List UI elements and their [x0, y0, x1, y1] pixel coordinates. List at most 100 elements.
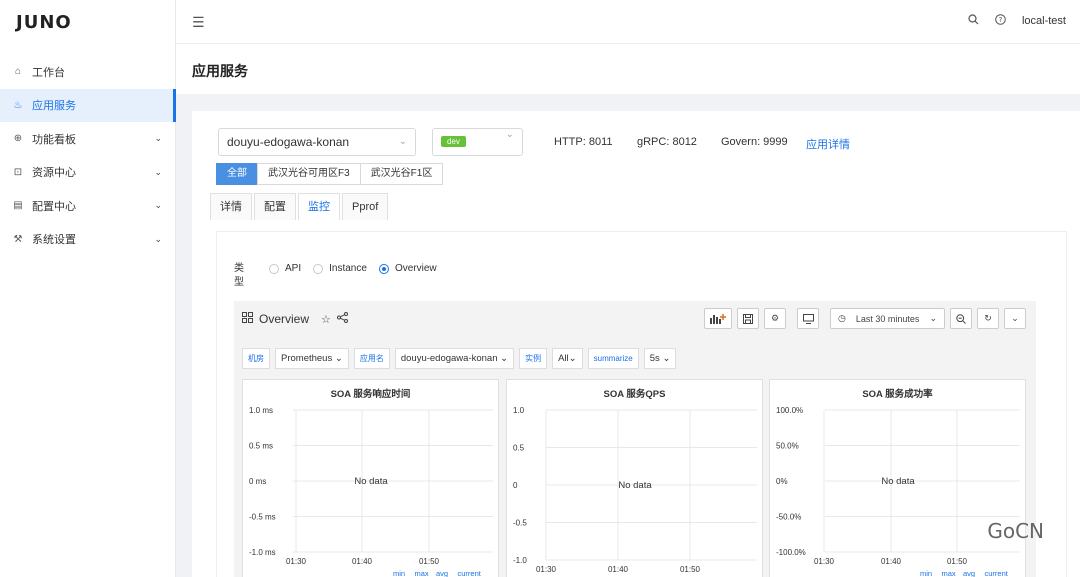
panel-success-rate[interactable]: SOA 服务成功率 100.0% 50.0% 0% -50.0% -100.0% 01:3…: [769, 379, 1026, 577]
user-name[interactable]: local-test: [1022, 15, 1066, 27]
y-tick-label: -1.0: [513, 556, 527, 565]
main-content: douyu-edogawa-konan ⌄ dev ⌄ HTTP: 8011 g…: [192, 111, 1080, 577]
app-detail-link[interactable]: 应用详情: [806, 136, 850, 152]
page-title: 应用服务: [192, 63, 248, 79]
y-tick-label: 0: [513, 481, 518, 490]
var-label-summarize: summarize: [587, 348, 639, 369]
x-tick-label: 01:40: [881, 557, 902, 566]
monitor-panel: 类 型 API Instance Overview Overview ☆ ⚙ ◷…: [216, 231, 1067, 577]
globe-icon: ⊕: [13, 133, 23, 145]
apps-grid-icon[interactable]: [242, 312, 253, 326]
sidebar-item-config[interactable]: ▤ 配置中心 ⌄: [0, 189, 176, 223]
sidebar-item-dashboard[interactable]: ⊕ 功能看板 ⌄: [0, 122, 176, 156]
zoom-out-button[interactable]: [950, 308, 972, 329]
sidebar-item-settings[interactable]: ⚒ 系统设置 ⌄: [0, 223, 176, 257]
gear-icon: ⚙: [770, 313, 780, 323]
time-range-picker[interactable]: ◷ Last 30 minutes ⌄: [830, 308, 945, 329]
y-tick-label: 100.0%: [776, 406, 803, 415]
chevron-down-icon: ⌄: [929, 313, 937, 323]
legend-item-max: max: [415, 569, 429, 577]
dashboard-title[interactable]: Overview: [259, 312, 309, 326]
zone-tab-all[interactable]: 全部: [216, 163, 258, 185]
chevron-down-icon: ⌄: [154, 233, 162, 244]
panel-qps[interactable]: SOA 服务QPS 1.0 0.5 0 -0.5 -1.0 01:30 01:40 01:50…: [506, 379, 763, 577]
x-tick-label: 01:40: [608, 565, 629, 574]
top-header: ☰ ? local-test: [176, 0, 1080, 44]
radio-instance[interactable]: Instance: [313, 263, 367, 274]
detail-tabs: 详情 配置 监控 Pprof: [210, 193, 390, 220]
env-select[interactable]: dev ⌄: [432, 128, 523, 156]
legend-item-min: min: [393, 569, 405, 577]
tab-monitor[interactable]: 监控: [298, 193, 340, 220]
var-select-app[interactable]: douyu-edogawa-konan ⌄: [394, 348, 515, 369]
y-tick-label: -0.5 ms: [249, 513, 276, 522]
refresh-icon: ↻: [984, 313, 992, 323]
juno-logo[interactable]: JUNO: [16, 12, 72, 33]
zone-tab-f3[interactable]: 武汉光谷可用区F3: [257, 163, 361, 185]
panel-response-time[interactable]: SOA 服务响应时间 1.0 ms 0.5 ms 0 ms -0.5 ms -1.0 m…: [242, 379, 499, 577]
y-tick-label: 1.0 ms: [249, 406, 273, 415]
y-tick-label: 0.5 ms: [249, 442, 273, 451]
radio-overview[interactable]: Overview: [378, 263, 437, 274]
radio-circle: [313, 263, 324, 274]
add-panel-button[interactable]: [704, 308, 732, 329]
refresh-interval-dropdown[interactable]: ⌄: [1004, 308, 1026, 329]
legend-item-current: current: [458, 569, 482, 577]
file-icon: ▤: [13, 200, 23, 212]
add-panel-icon: [710, 314, 726, 324]
legend-item-current: current: [985, 569, 1009, 577]
grafana-dashboard: Overview ☆ ⚙ ◷ Last 30 minutes ⌄ ↻ ⌄ 机房 …: [234, 301, 1036, 577]
no-data-label: No data: [354, 476, 388, 487]
y-tick-label: 0 ms: [249, 477, 266, 486]
y-tick-label: 1.0: [513, 406, 525, 415]
refresh-button[interactable]: ↻: [977, 308, 999, 329]
var-select-datasource[interactable]: Prometheus ⌄: [275, 348, 349, 369]
menu-fold-icon[interactable]: ☰: [192, 14, 205, 31]
zone-tab-f1[interactable]: 武汉光谷F1区: [359, 163, 444, 185]
sidebar-item-label: 资源中心: [32, 167, 76, 180]
sidebar-item-resource[interactable]: ⊡ 资源中心 ⌄: [0, 156, 176, 190]
radio-circle: [269, 263, 279, 274]
zone-tabs: 全部 武汉光谷可用区F3 武汉光谷F1区: [216, 163, 444, 185]
chevron-down-icon: ⌄: [1011, 313, 1019, 323]
panel-chart: 100.0% 50.0% 0% -50.0% -100.0% 01:30 01:40 01:5…: [776, 406, 1020, 577]
panel-chart: 1.0 ms 0.5 ms 0 ms -0.5 ms -1.0 ms 01:30 01:40…: [249, 406, 493, 577]
y-tick-label: 50.0%: [776, 442, 799, 451]
http-port: HTTP: 8011: [554, 136, 613, 148]
x-tick-label: 01:30: [536, 565, 557, 574]
radio-label: API: [285, 263, 302, 274]
star-icon[interactable]: ☆: [321, 313, 331, 326]
tab-pprof[interactable]: Pprof: [342, 193, 389, 220]
tv-mode-button[interactable]: [797, 308, 819, 329]
var-select-instance[interactable]: All⌄: [552, 348, 583, 369]
sidebar-item-app-service[interactable]: ♨ 应用服务: [0, 88, 176, 122]
chevron-down-icon: ⌄: [154, 200, 162, 211]
sidebar-item-label: 工作台: [32, 66, 65, 79]
settings-button[interactable]: ⚙: [764, 308, 786, 329]
sidebar-item-label: 应用服务: [32, 100, 76, 113]
search-icon[interactable]: [968, 14, 979, 28]
save-dashboard-button[interactable]: [737, 308, 759, 329]
legend-item-min: min: [920, 569, 932, 577]
chevron-down-icon: ⌄: [505, 129, 514, 140]
no-data-label: No data: [881, 476, 915, 487]
tab-config[interactable]: 配置: [254, 193, 296, 220]
type-label-char-2: 型: [234, 277, 244, 288]
app-select[interactable]: douyu-edogawa-konan ⌄: [218, 128, 416, 156]
rocket-icon: ♨: [13, 99, 23, 111]
share-icon[interactable]: [336, 312, 348, 326]
y-tick-label: 0.5: [513, 444, 525, 453]
govern-port: Govern: 9999: [721, 136, 788, 148]
radio-api[interactable]: API: [269, 263, 301, 274]
type-label: 类 型: [234, 262, 246, 290]
y-tick-label: 0%: [776, 477, 788, 486]
grpc-port: gRPC: 8012: [637, 136, 697, 148]
sidebar-item-workbench[interactable]: ⌂ 工作台: [0, 55, 176, 89]
tab-detail[interactable]: 详情: [210, 193, 252, 220]
help-icon[interactable]: ?: [995, 14, 1006, 28]
chevron-down-icon: ⌄: [154, 133, 162, 144]
sidebar-menu: ⌂ 工作台 ♨ 应用服务 ⊕ 功能看板 ⌄ ⊡ 资源中心 ⌄ ▤ 配置中心 ⌄ …: [0, 55, 176, 256]
var-label-instance: 实例: [519, 348, 548, 369]
zoom-out-icon: [956, 313, 966, 324]
var-select-summarize[interactable]: 5s ⌄: [643, 348, 677, 369]
